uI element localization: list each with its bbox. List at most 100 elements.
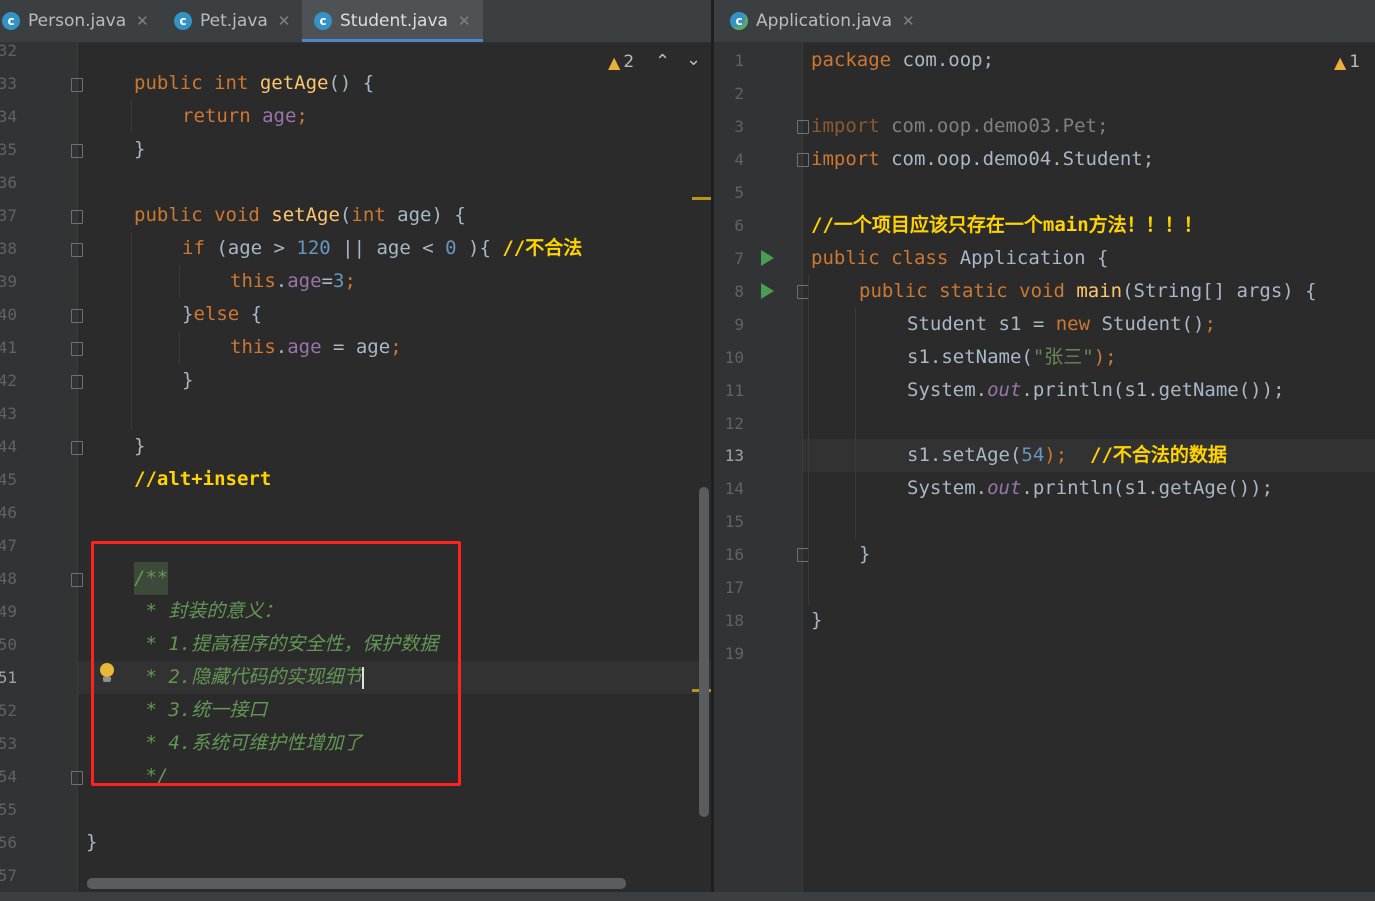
line-number: 46 xyxy=(0,503,17,522)
scrollbar-marker[interactable] xyxy=(692,197,711,200)
line-number: 16 xyxy=(724,545,744,564)
static-field: out xyxy=(987,379,1022,401)
code-line[interactable]: public void setAge(int age) { xyxy=(134,199,466,232)
line-number: 9 xyxy=(734,315,744,334)
code-line[interactable]: } xyxy=(182,364,193,397)
code-line[interactable]: s1.setName("张三"); xyxy=(907,341,1117,374)
line-number: 47 xyxy=(0,536,17,555)
line-number: 36 xyxy=(0,173,17,192)
warnings-indicator[interactable]: ▲ 1 xyxy=(1334,52,1360,72)
fold-icon[interactable] xyxy=(71,375,83,389)
highlight-annotation-box xyxy=(91,541,461,786)
comment-line[interactable]: //一个项目应该只存在一个main方法！！！！ xyxy=(811,209,1203,242)
code-line[interactable]: if (age > 120 || age < 0 ){ //不合法 xyxy=(182,232,582,265)
tab-label: Application.java xyxy=(756,11,893,31)
warning-count: 2 xyxy=(623,52,635,72)
right-tab-bar: c Application.java ✕ xyxy=(714,0,1375,43)
code-line[interactable]: public static void main(String[] args) { xyxy=(859,275,1317,308)
line-number: 12 xyxy=(724,414,744,433)
code-text: System. xyxy=(907,379,988,401)
line-number: 39 xyxy=(0,272,17,291)
fold-icon[interactable] xyxy=(797,120,809,134)
line-number: 42 xyxy=(0,371,17,390)
close-icon[interactable]: ✕ xyxy=(278,12,291,30)
line-number: 55 xyxy=(0,800,17,819)
line-number: 1 xyxy=(734,51,744,70)
fold-icon[interactable] xyxy=(71,441,83,455)
comment-line[interactable]: //alt+insert xyxy=(134,463,271,496)
code-line[interactable]: return age; xyxy=(182,100,308,133)
line-number: 40 xyxy=(0,305,17,324)
code-line[interactable]: } xyxy=(134,133,145,166)
fold-icon[interactable] xyxy=(71,573,83,587)
line-number: 15 xyxy=(724,512,744,531)
indent-guide xyxy=(131,100,132,133)
code-line[interactable]: public int getAge() { xyxy=(134,67,374,100)
fold-icon[interactable] xyxy=(71,210,83,224)
tab-student-java[interactable]: c Student.java ✕ xyxy=(302,0,483,42)
keyword: import xyxy=(811,148,880,170)
code-text: s1.setAge( xyxy=(907,444,1022,466)
line-number: 34 xyxy=(0,107,17,126)
code-line[interactable]: s1.setAge(54); //不合法的数据 xyxy=(907,439,1227,472)
line-number: 48 xyxy=(0,569,17,588)
line-number: 37 xyxy=(0,206,17,225)
code-line[interactable]: import com.oop.demo03.Pet; xyxy=(811,110,1108,143)
code-line[interactable]: System.out.println(s1.getAge()); xyxy=(907,472,1273,505)
close-icon[interactable]: ✕ xyxy=(136,12,149,30)
line-number: 17 xyxy=(724,578,744,597)
code-line[interactable]: System.out.println(s1.getName()); xyxy=(907,374,1285,407)
code-text: ); xyxy=(1044,444,1091,466)
tab-application-java[interactable]: c Application.java ✕ xyxy=(720,0,927,42)
close-icon[interactable]: ✕ xyxy=(902,12,915,30)
tab-pet-java[interactable]: c Pet.java ✕ xyxy=(172,0,297,42)
number-literal: 54 xyxy=(1021,444,1045,466)
line-number: 8 xyxy=(734,282,744,301)
keyword: import xyxy=(811,115,880,137)
line-number: 54 xyxy=(0,767,17,786)
code-line[interactable]: this.age=3; xyxy=(230,265,356,298)
code-text: System. xyxy=(907,477,988,499)
close-icon[interactable]: ✕ xyxy=(458,12,471,30)
fold-icon[interactable] xyxy=(71,144,83,158)
code-line[interactable]: }else { xyxy=(182,298,262,331)
comment-text: //不合法 xyxy=(502,237,583,259)
fold-icon[interactable] xyxy=(71,78,83,92)
line-number: 43 xyxy=(0,404,17,423)
code-line[interactable]: this.age = age; xyxy=(230,331,402,364)
run-icon[interactable] xyxy=(761,250,774,266)
fold-icon[interactable] xyxy=(71,243,83,257)
vertical-scrollbar[interactable] xyxy=(699,487,709,817)
code-line[interactable]: } xyxy=(859,538,870,571)
fold-icon[interactable] xyxy=(71,342,83,356)
fold-icon[interactable] xyxy=(71,309,83,323)
keyword: package xyxy=(811,49,892,71)
line-number: 35 xyxy=(0,140,17,159)
code-line[interactable]: public class Application { xyxy=(811,242,1108,275)
tab-label: Pet.java xyxy=(200,11,268,31)
indent-guide xyxy=(179,265,180,298)
code-line[interactable]: } xyxy=(134,430,145,463)
warning-count: 1 xyxy=(1349,52,1361,72)
indent-guide xyxy=(855,308,856,538)
fold-icon[interactable] xyxy=(797,153,809,167)
run-icon[interactable] xyxy=(761,283,774,299)
code-line[interactable]: package com.oop; xyxy=(811,44,994,77)
code-line[interactable]: } xyxy=(86,826,97,859)
java-class-icon: c xyxy=(174,12,192,30)
code-text: .println(s1.getName()); xyxy=(1021,379,1285,401)
code-line[interactable]: } xyxy=(811,604,822,637)
fold-icon[interactable] xyxy=(71,771,83,785)
line-number: 57 xyxy=(0,866,17,885)
tab-person-java[interactable]: c Person.java ✕ xyxy=(0,0,160,42)
line-number: 44 xyxy=(0,437,17,456)
chevron-up-icon[interactable]: ⌃ xyxy=(655,51,670,72)
indent-guide xyxy=(131,232,132,430)
warnings-indicator[interactable]: ▲ 2 xyxy=(608,52,634,72)
code-line[interactable]: Student s1 = new Student(); xyxy=(907,308,1216,341)
code-line[interactable]: import com.oop.demo04.Student; xyxy=(811,143,1154,176)
warning-icon: ▲ xyxy=(1334,52,1347,72)
horizontal-scrollbar[interactable] xyxy=(87,878,626,889)
left-editor-pane: c Person.java ✕ c Pet.java ✕ c Student.j… xyxy=(0,0,711,901)
chevron-down-icon[interactable]: ⌄ xyxy=(686,49,701,70)
